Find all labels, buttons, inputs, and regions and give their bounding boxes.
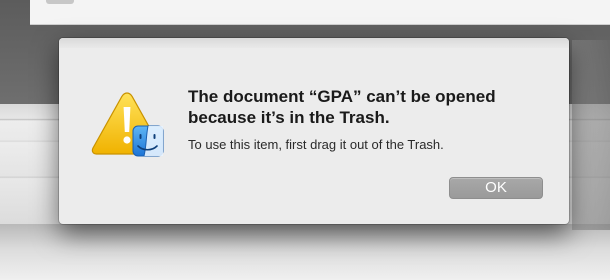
background-window-edge — [572, 40, 610, 230]
background-window-top — [30, 0, 610, 25]
background-window-tab — [46, 0, 74, 4]
ok-button[interactable]: OK — [449, 177, 543, 199]
caution-finder-icon — [91, 90, 169, 162]
alert-title: The document “GPA” can’t be opened becau… — [188, 87, 496, 127]
alert-dialog-topbar — [59, 38, 569, 48]
background-window-bottom — [0, 224, 610, 280]
alert-message: To use this item, first drag it out of t… — [188, 137, 444, 152]
